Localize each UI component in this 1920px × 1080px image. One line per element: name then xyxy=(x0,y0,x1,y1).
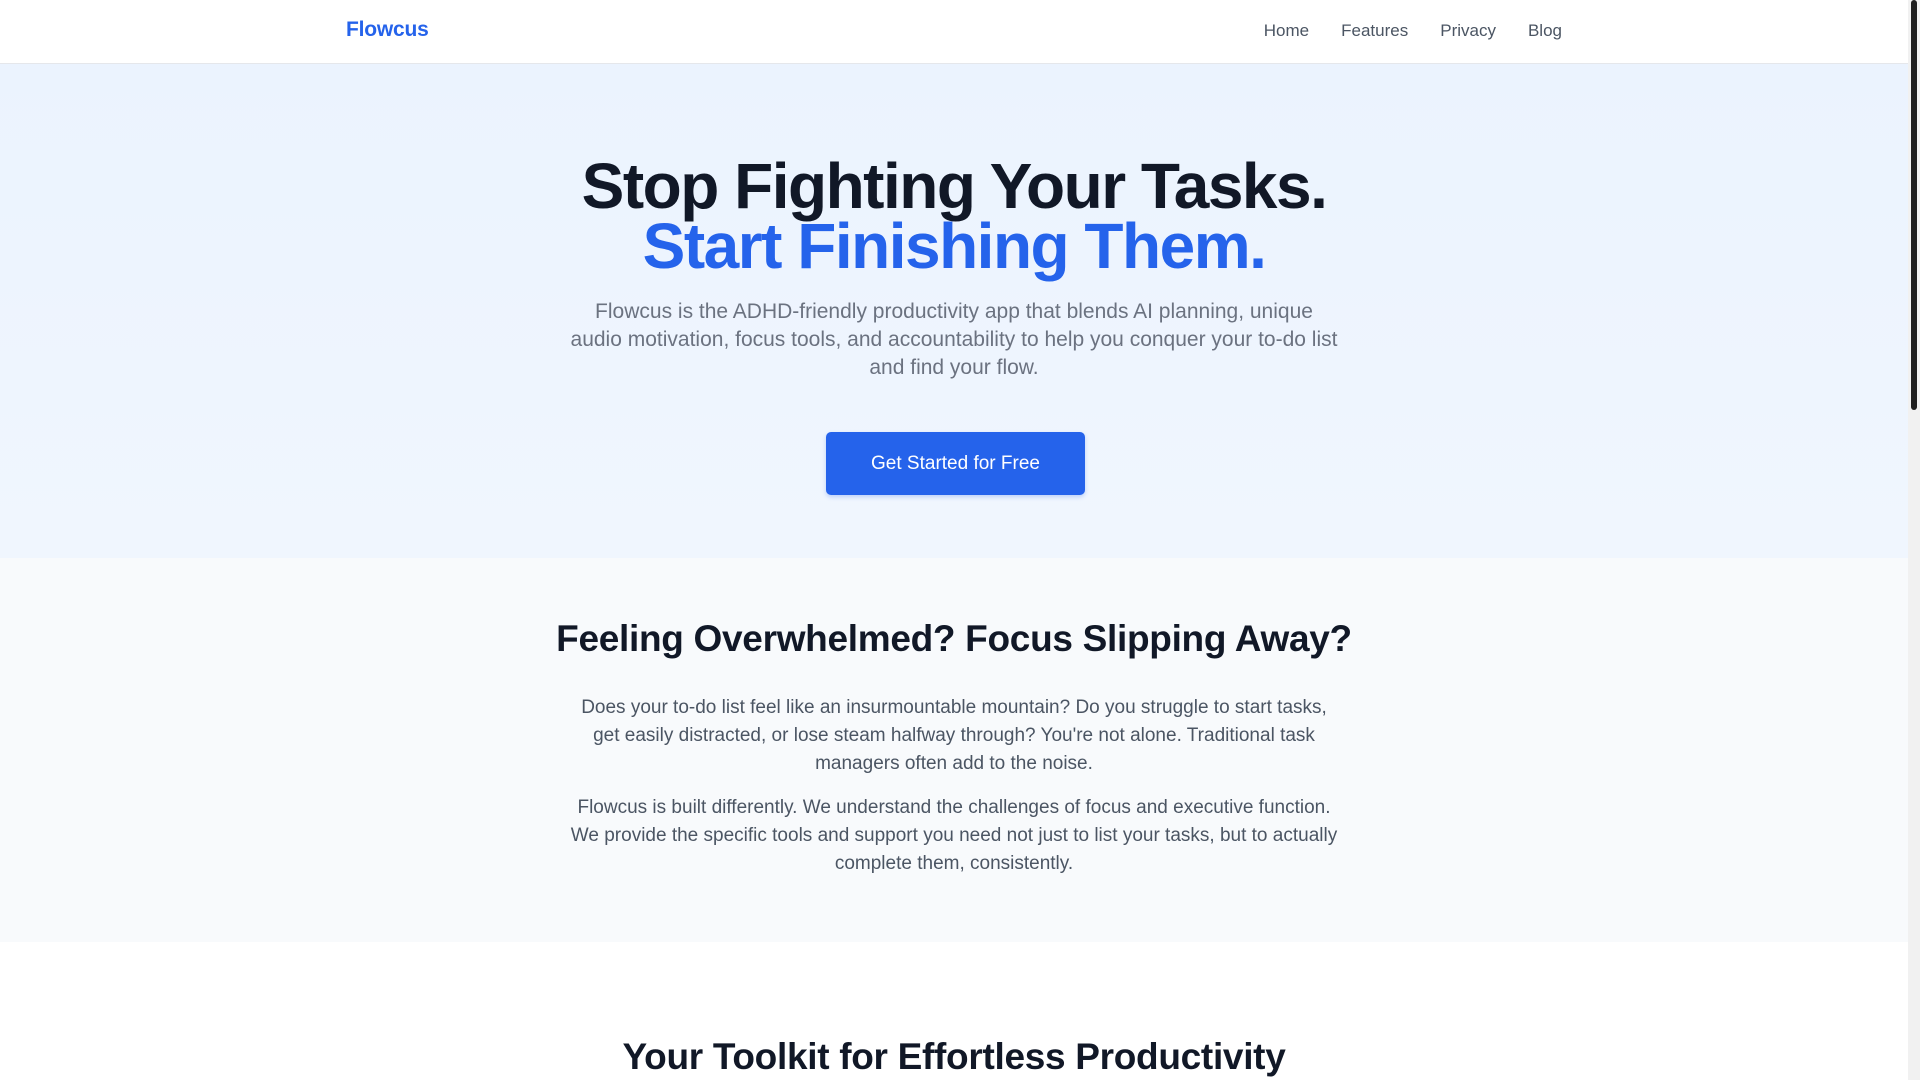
scrollbar-thumb[interactable] xyxy=(1911,0,1917,410)
page-scrollbar[interactable] xyxy=(1908,0,1920,1080)
toolkit-section: Your Toolkit for Effortless Productivity xyxy=(0,942,1908,1080)
hero-section: Stop Fighting Your Tasks. Start Finishin… xyxy=(0,64,1908,558)
hero-title-line1: Stop Fighting Your Tasks. xyxy=(581,150,1328,222)
hero-title: Stop Fighting Your Tasks. Start Finishin… xyxy=(0,150,1908,282)
nav-link-features[interactable]: Features xyxy=(1341,21,1408,41)
hero-title-line2: Start Finishing Them. xyxy=(642,210,1267,282)
problem-title: Feeling Overwhelmed? Focus Slipping Away… xyxy=(556,618,1352,659)
nav-link-privacy[interactable]: Privacy xyxy=(1440,21,1496,41)
get-started-button[interactable]: Get Started for Free xyxy=(826,432,1085,495)
problem-section: Feeling Overwhelmed? Focus Slipping Away… xyxy=(0,558,1908,942)
page: Flowcus Home Features Privacy Blog Stop … xyxy=(0,0,1908,1080)
nav-link-blog[interactable]: Blog xyxy=(1528,21,1562,41)
brand-logo[interactable]: Flowcus xyxy=(346,18,429,42)
nav-link-home[interactable]: Home xyxy=(1264,21,1309,41)
problem-paragraph-2: Flowcus is built differently. We underst… xyxy=(570,797,1338,874)
toolkit-title: Your Toolkit for Effortless Productivity xyxy=(622,1036,1286,1077)
hero-subtitle: Flowcus is the ADHD-friendly productivit… xyxy=(570,300,1338,379)
main-nav: Home Features Privacy Blog xyxy=(1264,21,1562,41)
problem-paragraph-1: Does your to-do list feel like an insurm… xyxy=(581,697,1327,774)
navbar: Flowcus Home Features Privacy Blog xyxy=(0,0,1908,64)
